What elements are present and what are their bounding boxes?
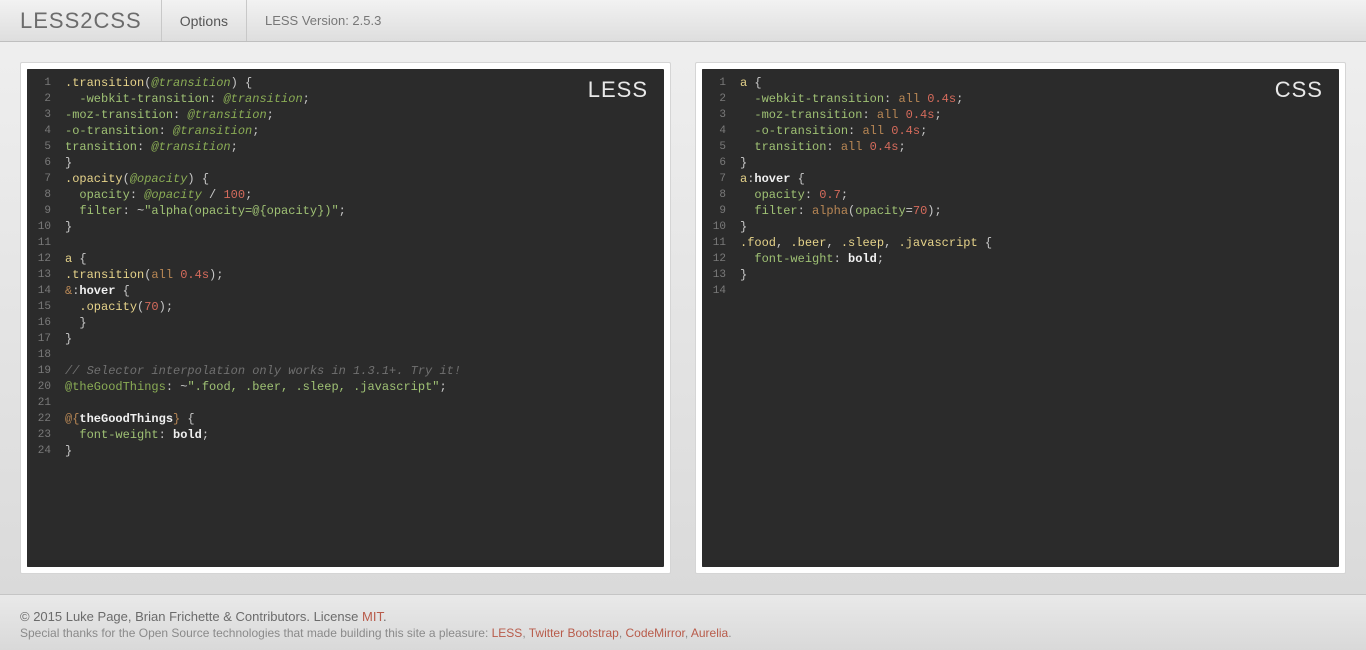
css-editor[interactable]: 1234567891011121314 a { -webkit-transiti… (702, 69, 1339, 567)
options-button[interactable]: Options (161, 0, 247, 41)
less-gutter: 123456789101112131415161718192021222324 (27, 69, 57, 567)
less-code[interactable]: .transition(@transition) { -webkit-trans… (57, 69, 664, 567)
css-pane: CSS 1234567891011121314 a { -webkit-tran… (695, 62, 1346, 574)
footer-link[interactable]: CodeMirror (625, 626, 684, 640)
footer-link[interactable]: Aurelia (691, 626, 728, 640)
less-pane: LESS 12345678910111213141516171819202122… (20, 62, 671, 574)
css-gutter: 1234567891011121314 (702, 69, 732, 567)
less-editor[interactable]: 123456789101112131415161718192021222324 … (27, 69, 664, 567)
footer: © 2015 Luke Page, Brian Frichette & Cont… (0, 594, 1366, 650)
license-link[interactable]: MIT (362, 609, 383, 624)
css-code[interactable]: a { -webkit-transition: all 0.4s; -moz-t… (732, 69, 1339, 567)
footer-copyright: © 2015 Luke Page, Brian Frichette & Cont… (20, 609, 1346, 624)
footer-thanks: Special thanks for the Open Source techn… (20, 626, 1346, 640)
less-version-label: LESS Version: 2.5.3 (247, 0, 399, 41)
footer-link[interactable]: Twitter Bootstrap (529, 626, 619, 640)
brand-logo: LESS2CSS (20, 0, 162, 41)
footer-link[interactable]: LESS (492, 626, 523, 640)
navbar: LESS2CSS Options LESS Version: 2.5.3 (0, 0, 1366, 42)
main-area: LESS 12345678910111213141516171819202122… (0, 42, 1366, 594)
